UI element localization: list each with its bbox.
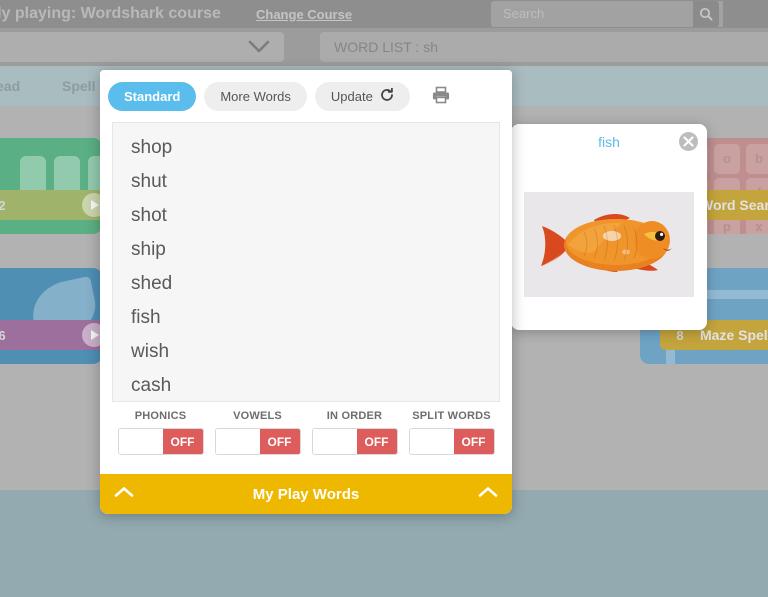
toggle-knob xyxy=(215,429,260,454)
toggle-cell: VOWELS OFF xyxy=(209,410,306,468)
word-list-box[interactable]: shop shut shot ship shed fish wish cash xyxy=(112,122,500,402)
footer-title: My Play Words xyxy=(252,485,360,503)
play-button[interactable] xyxy=(82,193,102,217)
toggle-state: OFF xyxy=(259,429,300,454)
activity-card-name: Word Search xyxy=(700,197,768,213)
printer-icon xyxy=(431,85,451,108)
toggle-label: SPLIT WORDS xyxy=(412,410,491,422)
toggle-switch[interactable]: OFF xyxy=(117,428,204,455)
more-words-button[interactable]: More Words xyxy=(204,81,307,111)
panel-toolbar: Standard More Words Update xyxy=(100,70,512,122)
toggle-knob xyxy=(118,429,163,454)
toggle-cell: SPLIT WORDS OFF xyxy=(403,410,500,468)
update-button-label: Update xyxy=(330,88,373,104)
refresh-icon xyxy=(380,87,394,105)
play-button[interactable] xyxy=(82,323,102,347)
toggle-label: IN ORDER xyxy=(326,410,383,422)
toggle-switch[interactable]: OFF xyxy=(311,428,398,455)
word-item[interactable]: fish xyxy=(113,301,499,335)
toggle-state: OFF xyxy=(453,429,494,454)
toggle-knob xyxy=(409,429,454,454)
word-item[interactable]: shed xyxy=(113,267,499,301)
tab-spell[interactable]: Spell xyxy=(62,66,95,106)
word-item[interactable]: wish xyxy=(113,335,499,369)
print-button[interactable] xyxy=(424,82,458,111)
chevron-up-icon[interactable] xyxy=(114,485,134,503)
chevron-up-icon[interactable] xyxy=(478,485,498,503)
key-glyph: b xyxy=(746,144,768,174)
toggle-state: OFF xyxy=(356,429,397,454)
word-item[interactable]: cash xyxy=(113,369,499,401)
activity-card-number: 2 xyxy=(0,197,6,213)
standard-button[interactable]: Standard xyxy=(108,81,197,111)
now-playing-title: ntly playing: Wordshark course xyxy=(0,5,221,22)
word-item[interactable]: shut xyxy=(113,165,499,199)
search-placeholder: Search xyxy=(503,6,545,21)
word-list-panel: Standard More Words Update shop shut sho… xyxy=(100,70,512,514)
chevron-down-icon xyxy=(248,40,270,58)
goldfish-photo xyxy=(524,192,694,297)
course-dropdown[interactable] xyxy=(0,32,284,62)
toggle-cell: IN ORDER OFF xyxy=(306,410,403,468)
search-input[interactable]: Search xyxy=(491,1,723,27)
toggle-row: PHONICS OFF VOWELS OFF IN ORDER OFF SPLIT WORD… xyxy=(100,402,512,474)
activity-card-number: 6 xyxy=(0,327,6,343)
change-course-link[interactable]: Change Course xyxy=(256,1,352,29)
toggle-switch[interactable]: OFF xyxy=(408,428,495,455)
word-item[interactable]: ship xyxy=(113,233,499,267)
close-icon[interactable] xyxy=(679,132,698,151)
word-item[interactable]: shot xyxy=(113,199,499,233)
screen: 26zpobworfhqpxWord Search8Maze Spell Ch … xyxy=(0,0,768,597)
word-image-popup: fish xyxy=(511,124,707,330)
word-item[interactable]: shop xyxy=(113,131,499,165)
update-button[interactable]: Update xyxy=(314,81,410,111)
my-play-words-footer[interactable]: My Play Words xyxy=(100,474,512,514)
tab-read[interactable]: ead xyxy=(0,66,20,106)
activity-card-name: Maze Spell Ch xyxy=(700,327,768,343)
toggle-knob xyxy=(312,429,357,454)
toggle-switch[interactable]: OFF xyxy=(214,428,301,455)
search-icon[interactable] xyxy=(693,1,719,27)
word-list-value: WORD LIST : sh xyxy=(334,39,438,55)
key-glyph: o xyxy=(714,144,740,174)
activity-card[interactable]: 6 xyxy=(0,268,102,364)
toggle-cell: PHONICS OFF xyxy=(112,410,209,468)
toggle-label: PHONICS xyxy=(134,410,187,422)
popup-word-title: fish xyxy=(598,134,620,150)
toggle-state: OFF xyxy=(162,429,203,454)
word-list-field[interactable]: WORD LIST : sh xyxy=(320,32,768,62)
toggle-label: VOWELS xyxy=(233,410,282,422)
activity-card[interactable]: 2 xyxy=(0,138,102,234)
